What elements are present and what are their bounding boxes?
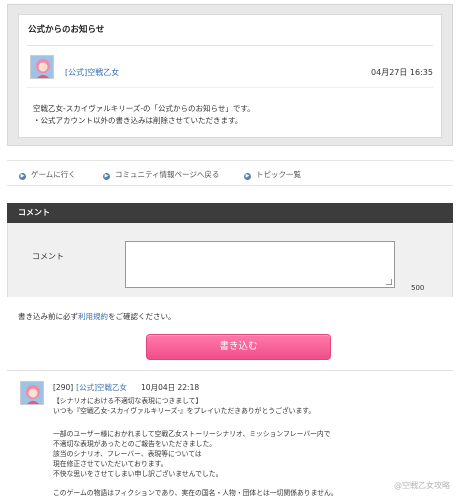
announcement-panel: 公式からのお知らせ [公式]空戦乙女 04月27日 16:35 空戦乙女-スカイ…: [7, 4, 453, 146]
comment-header: コメント: [7, 203, 453, 223]
nav-label: トピック一覧: [256, 170, 301, 179]
terms-link[interactable]: 利用規約: [78, 312, 108, 321]
post-number: [290]: [53, 383, 74, 392]
arrow-right-icon: ▶: [19, 173, 26, 180]
topic-nav: ▶ ゲームに行く ▶ コミュニティ情報ページへ戻る ▶ トピック一覧: [7, 160, 453, 186]
arrow-right-icon: ▶: [103, 173, 110, 180]
post-text-line: いつも『空戦乙女-スカイヴァルキリーズ-』をプレイいただきありがとうございます。: [53, 407, 316, 415]
announcement-card: 公式からのお知らせ [公式]空戦乙女 04月27日 16:35 空戦乙女-スカイ…: [18, 14, 442, 138]
nav-topic-list[interactable]: ▶ トピック一覧: [244, 169, 301, 180]
nav-back-to-community[interactable]: ▶ コミュニティ情報ページへ戻る: [103, 169, 219, 180]
post-text-line: 不適切な表現があったとのご報告をいただきました。: [53, 440, 217, 448]
watermark: @空戦乙女攻略: [394, 481, 450, 490]
arrow-right-icon: ▶: [244, 173, 251, 180]
terms-notice: 書き込み前に必ず利用規約をご確認ください。: [18, 311, 176, 322]
post-text-line: 現在修正させていただいております。: [53, 460, 168, 468]
nav-label: コミュニティ情報ページへ戻る: [115, 170, 220, 179]
announcement-title: 公式からのお知らせ: [28, 25, 105, 35]
post-text-line: 一部のユーザー様におかれまして空戦乙女ストーリーシナリオ、ミッションフレーバー内…: [53, 430, 331, 438]
avatar-image: [21, 382, 43, 404]
post-date: 10月04日 22:18: [141, 383, 200, 392]
comment-form: コメント 500: [7, 223, 453, 297]
terms-text: をご確認ください。: [108, 312, 176, 321]
announcement-date: 04月27日 16:35: [371, 68, 433, 77]
submit-button[interactable]: 書き込む: [146, 334, 331, 360]
terms-text: 書き込み前に必ず: [18, 312, 78, 321]
post-author-link[interactable]: [公式]空戦乙女: [76, 383, 127, 392]
nav-label: ゲームに行く: [31, 170, 76, 179]
announcement-text-line: 空戦乙女-スカイヴァルキリーズ-の「公式からのお知らせ」です。: [33, 104, 255, 113]
comment-label: コメント: [32, 252, 64, 261]
post-meta: [290] [公式]空戦乙女 10月04日 22:18: [53, 382, 199, 393]
avatar[interactable]: [30, 55, 54, 79]
divider: [27, 45, 433, 46]
avatar-image: [31, 56, 53, 78]
divider: [27, 87, 433, 88]
post-text-line: 【シナリオにおける不適切な表現につきまして】: [53, 397, 203, 405]
announcement-author-link[interactable]: [公式]空戦乙女: [65, 67, 119, 78]
divider: [7, 370, 453, 371]
post-text-line: このゲームの物語はフィクションであり、実在の国名・人物・団体とは一切関係ありませ…: [53, 489, 338, 497]
resize-handle-icon[interactable]: [386, 279, 392, 285]
nav-go-to-game[interactable]: ▶ ゲームに行く: [19, 169, 76, 180]
post-text-line: 該当のシナリオ、フレーバー、表現等については: [53, 450, 202, 458]
comment-textarea[interactable]: [125, 241, 395, 288]
post-text-line: 不快な思いをさせてしまい申し訳ございませんでした。: [53, 470, 223, 478]
announcement-text-line: ・公式アカウント以外の書き込みは削除させていただきます。: [33, 116, 243, 125]
char-count: 500: [411, 284, 425, 292]
avatar[interactable]: [20, 381, 44, 405]
